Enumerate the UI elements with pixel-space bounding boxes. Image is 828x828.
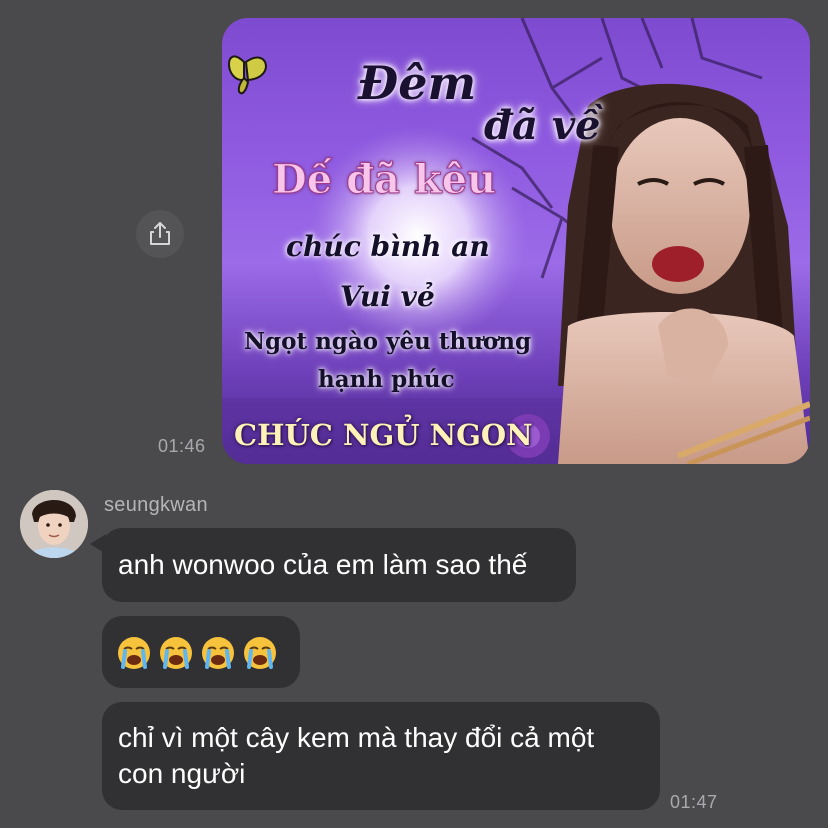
share-icon bbox=[150, 222, 170, 245]
image-caption-line-1: Đêm bbox=[358, 56, 477, 110]
message-timestamp: 01:46 bbox=[158, 436, 206, 456]
message-timestamp: 01:47 bbox=[670, 792, 718, 812]
image-message[interactable]: Đêm đã về Dế đã kêu chúc bình an Vui vẻ … bbox=[222, 18, 810, 464]
image-caption-line-3: Dế đã kêu bbox=[271, 156, 497, 204]
image-caption-line-4: chúc bình an bbox=[286, 230, 490, 263]
image-caption-line-2: đã về bbox=[484, 102, 601, 149]
message-text: anh wonwoo của em làm sao thế bbox=[118, 549, 528, 580]
avatar-photo bbox=[20, 490, 88, 558]
chat-thread: Đêm đã về Dế đã kêu chúc bình an Vui vẻ … bbox=[0, 0, 828, 828]
crying-face-icon bbox=[160, 637, 192, 670]
image-caption-line-6: Ngọt ngào yêu thương bbox=[244, 328, 532, 355]
emoji-bubble[interactable] bbox=[102, 616, 300, 688]
image-caption-line-7: hạnh phúc bbox=[318, 366, 455, 393]
sender-name: seungkwan bbox=[104, 494, 208, 516]
image-caption-line-8: CHÚC NGỦ NGON bbox=[234, 418, 533, 452]
share-button[interactable] bbox=[136, 210, 184, 258]
message-bubble[interactable]: anh wonwoo của em làm sao thế bbox=[102, 528, 576, 602]
message-bubble[interactable]: chỉ vì một cây kem mà thay đổi cả một co… bbox=[102, 702, 660, 810]
message-text: chỉ vì một cây kem mà thay đổi cả một co… bbox=[118, 722, 595, 789]
image-caption-line-5: Vui vẻ bbox=[340, 280, 435, 313]
crying-face-icon bbox=[202, 637, 234, 670]
crying-face-icon bbox=[118, 637, 150, 670]
crying-face-icon bbox=[244, 637, 276, 670]
avatar[interactable] bbox=[20, 490, 88, 558]
